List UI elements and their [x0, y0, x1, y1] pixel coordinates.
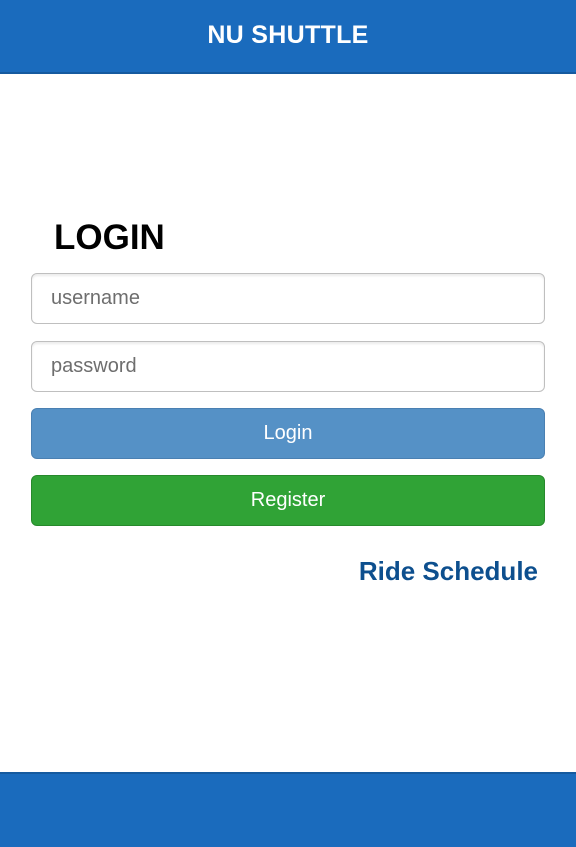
register-button[interactable]: Register [31, 475, 545, 526]
app-title: NU SHUTTLE [207, 20, 369, 49]
login-heading: LOGIN [54, 218, 165, 257]
login-button[interactable]: Login [31, 408, 545, 459]
ride-schedule-link[interactable]: Ride Schedule [359, 556, 538, 587]
password-input[interactable] [31, 341, 545, 392]
username-input[interactable] [31, 273, 545, 324]
bottom-bar [0, 772, 576, 847]
top-app-bar: NU SHUTTLE [0, 0, 576, 74]
app-screen: NU SHUTTLE LOGIN Login Register Ride Sch… [0, 0, 576, 847]
